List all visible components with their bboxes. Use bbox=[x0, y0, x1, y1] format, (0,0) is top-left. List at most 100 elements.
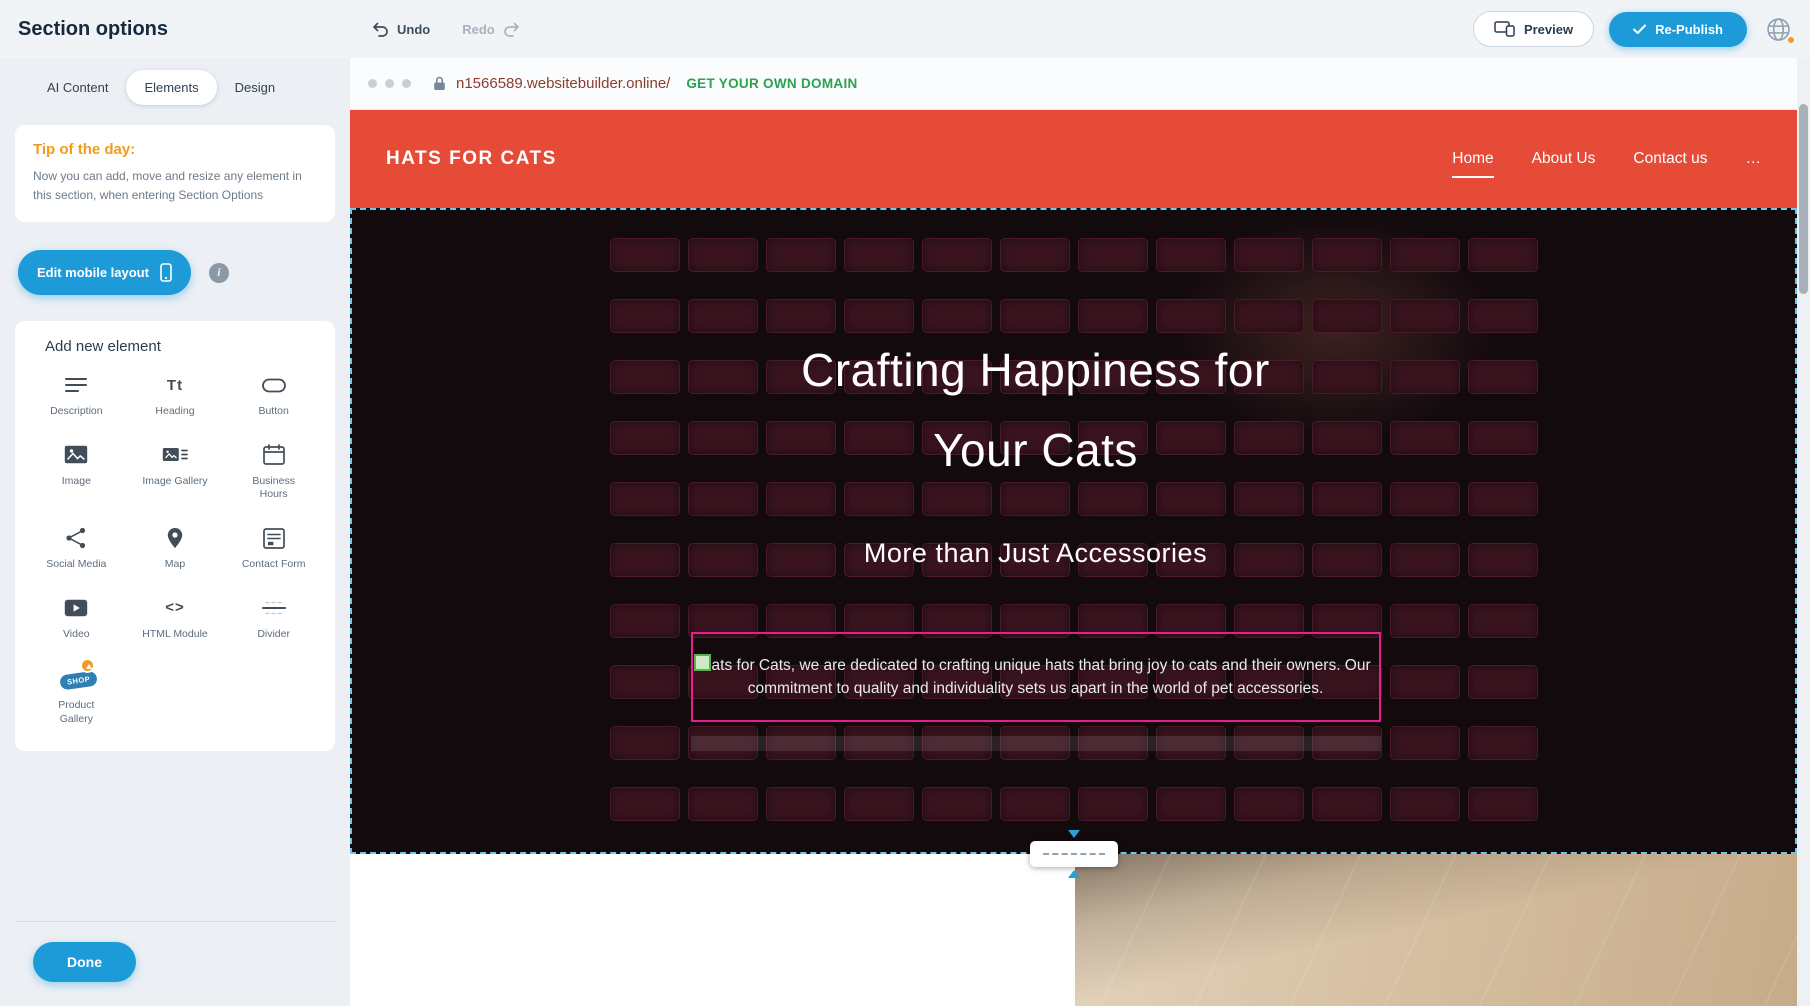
hero-tile bbox=[1468, 238, 1538, 272]
selected-text-element[interactable]: Hats for Cats, we are dedicated to craft… bbox=[691, 632, 1381, 722]
contact-form-icon bbox=[263, 526, 285, 550]
element-label: Product Gallery bbox=[40, 699, 112, 726]
get-domain-link[interactable]: GET YOUR OWN DOMAIN bbox=[686, 76, 857, 91]
element-label: Description bbox=[50, 405, 103, 419]
image-gallery-icon bbox=[162, 443, 188, 467]
add-element-html-module[interactable]: <> HTML Module bbox=[126, 596, 225, 642]
add-element-contact-form[interactable]: Contact Form bbox=[224, 526, 323, 572]
add-element-button[interactable]: Button bbox=[224, 373, 323, 419]
hero-tile bbox=[1156, 787, 1226, 821]
section-options-sidebar: AI Content Elements Design Tip of the da… bbox=[0, 58, 350, 1006]
business-hours-icon bbox=[263, 443, 285, 467]
tab-elements[interactable]: Elements bbox=[126, 70, 216, 105]
republish-button[interactable]: Re-Publish bbox=[1609, 12, 1747, 47]
add-element-video[interactable]: Video bbox=[27, 596, 126, 642]
site-url[interactable]: n1566589.websitebuilder.online/ bbox=[456, 75, 670, 92]
element-label: Heading bbox=[155, 405, 194, 419]
hero-tile bbox=[610, 726, 680, 760]
shop-upgrade-badge bbox=[80, 658, 95, 673]
hero-tile bbox=[1390, 665, 1460, 699]
history-controls: Undo Redo bbox=[372, 22, 520, 37]
hero-tile bbox=[844, 238, 914, 272]
topbar: Section options Undo Redo Preview Re-Pub… bbox=[0, 0, 1810, 58]
undo-button[interactable]: Undo bbox=[372, 22, 430, 37]
hero-tile bbox=[1390, 604, 1460, 638]
shop-label: SHOP bbox=[59, 671, 98, 691]
hero-tile bbox=[922, 299, 992, 333]
arrow-up-icon bbox=[1068, 870, 1080, 878]
arrow-down-icon bbox=[1068, 830, 1080, 838]
hero-tile bbox=[1390, 299, 1460, 333]
element-label: Contact Form bbox=[242, 558, 306, 572]
editor-canvas: n1566589.websitebuilder.online/ GET YOUR… bbox=[350, 58, 1810, 1006]
mobile-layout-row: Edit mobile layout i bbox=[15, 250, 335, 295]
info-icon[interactable]: i bbox=[209, 263, 229, 283]
nav-item-contact[interactable]: Contact us bbox=[1633, 144, 1707, 174]
hero-tile bbox=[1390, 543, 1460, 577]
edit-mobile-layout-button[interactable]: Edit mobile layout bbox=[18, 250, 191, 295]
element-label: Business Hours bbox=[238, 475, 310, 502]
hero-tile bbox=[766, 299, 836, 333]
undo-label: Undo bbox=[397, 22, 430, 37]
sidebar-tabs: AI Content Elements Design bbox=[29, 70, 335, 105]
language-globe-button[interactable] bbox=[1762, 13, 1794, 45]
republish-label: Re-Publish bbox=[1655, 22, 1723, 37]
hero-tile bbox=[1234, 543, 1304, 577]
tab-ai-content[interactable]: AI Content bbox=[29, 70, 126, 105]
redo-button[interactable]: Redo bbox=[462, 22, 520, 37]
undo-icon bbox=[372, 22, 389, 37]
button-icon bbox=[262, 373, 286, 397]
redo-label: Redo bbox=[462, 22, 495, 37]
description-icon bbox=[65, 373, 87, 397]
resize-dashed-line bbox=[1043, 853, 1105, 855]
element-label: Divider bbox=[257, 628, 290, 642]
product-gallery-icon: SHOP bbox=[58, 665, 94, 691]
hero-tile bbox=[922, 238, 992, 272]
page-title: Section options bbox=[18, 18, 168, 41]
hero-tile bbox=[844, 787, 914, 821]
hero-subheading[interactable]: More than Just Accessories bbox=[864, 538, 1207, 569]
add-element-product-gallery[interactable]: SHOP Product Gallery bbox=[27, 665, 126, 726]
add-element-heading[interactable]: Tt Heading bbox=[126, 373, 225, 419]
done-button[interactable]: Done bbox=[33, 942, 136, 982]
map-pin-icon bbox=[166, 526, 184, 550]
add-new-element-card: Add new element Description Tt Heading B… bbox=[15, 321, 335, 750]
hero-tile bbox=[688, 299, 758, 333]
green-resize-handle[interactable] bbox=[694, 654, 711, 671]
hero-tile bbox=[1468, 543, 1538, 577]
add-element-divider[interactable]: Divider bbox=[224, 596, 323, 642]
next-section-left bbox=[350, 854, 1075, 1006]
hero-tile-grid bbox=[610, 238, 1538, 821]
scrollbar-thumb[interactable] bbox=[1799, 104, 1808, 294]
hero-tile bbox=[610, 665, 680, 699]
hero-tile bbox=[688, 238, 758, 272]
hero-tile bbox=[610, 787, 680, 821]
nav-more-icon[interactable]: … bbox=[1746, 144, 1762, 174]
tip-of-the-day-card: Tip of the day: Now you can add, move an… bbox=[15, 125, 335, 222]
preview-label: Preview bbox=[1524, 22, 1573, 37]
site-logo[interactable]: HATS FOR CATS bbox=[386, 148, 557, 170]
selected-hero-section[interactable]: Crafting Happiness for Your Cats More th… bbox=[350, 208, 1797, 854]
element-label: HTML Module bbox=[142, 628, 208, 642]
notification-dot bbox=[1786, 35, 1796, 45]
tab-design[interactable]: Design bbox=[217, 70, 293, 105]
hero-heading[interactable]: Crafting Happiness for Your Cats bbox=[486, 330, 1586, 490]
hero-tile bbox=[1390, 787, 1460, 821]
hero-tile bbox=[1468, 665, 1538, 699]
add-element-social-media[interactable]: Social Media bbox=[27, 526, 126, 572]
hero-tile bbox=[766, 787, 836, 821]
add-element-image[interactable]: Image bbox=[27, 443, 126, 502]
hero-paragraph[interactable]: Hats for Cats, we are dedicated to craft… bbox=[693, 654, 1379, 701]
topbar-actions: Preview Re-Publish bbox=[1473, 11, 1794, 47]
add-element-description[interactable]: Description bbox=[27, 373, 126, 419]
element-label: Image bbox=[62, 475, 91, 489]
preview-button[interactable]: Preview bbox=[1473, 11, 1594, 47]
add-element-map[interactable]: Map bbox=[126, 526, 225, 572]
section-resize-handle[interactable] bbox=[1030, 841, 1118, 867]
add-element-business-hours[interactable]: Business Hours bbox=[224, 443, 323, 502]
canvas-scrollbar[interactable] bbox=[1797, 58, 1810, 1006]
video-icon bbox=[64, 596, 88, 620]
floor-photo bbox=[1075, 854, 1797, 1006]
add-element-image-gallery[interactable]: Image Gallery bbox=[126, 443, 225, 502]
phone-icon bbox=[160, 263, 172, 282]
